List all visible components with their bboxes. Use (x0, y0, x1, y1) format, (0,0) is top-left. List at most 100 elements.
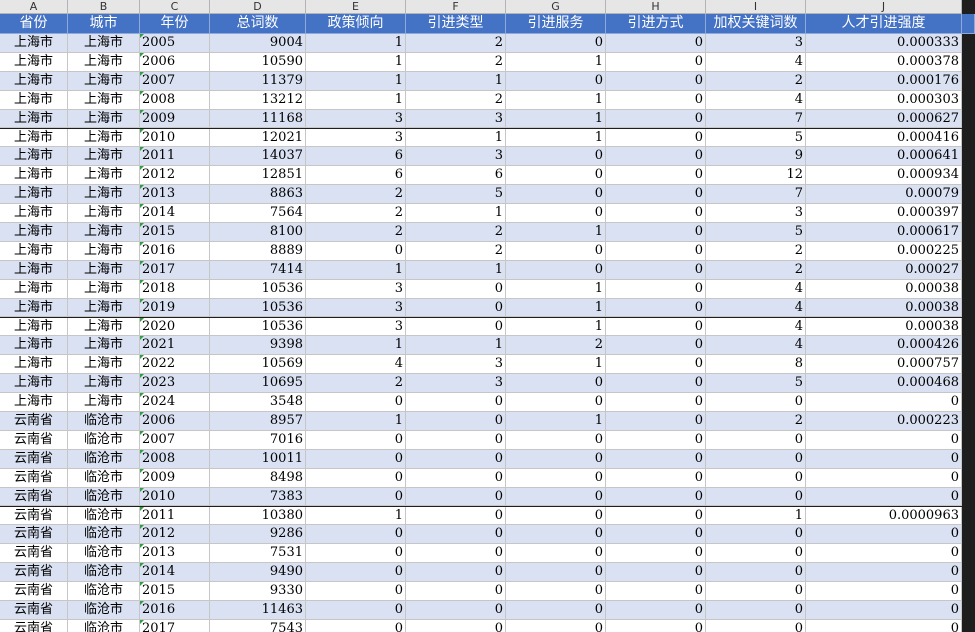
cell-total-words[interactable]: 7414 (210, 260, 306, 280)
cell-intro-service[interactable]: 1 (506, 412, 606, 431)
cell-total-words[interactable]: 10011 (210, 449, 306, 469)
cell-total-words[interactable]: 7383 (210, 487, 306, 507)
cell-year[interactable]: 2011 (140, 147, 210, 167)
cell-city[interactable]: 上海市 (68, 166, 140, 186)
cell-talent-intensity[interactable]: 0.000225 (806, 241, 962, 261)
cell-weighted-keywords[interactable]: 5 (706, 374, 806, 394)
column-letter-f[interactable]: F (406, 0, 506, 14)
cell-city[interactable]: 上海市 (68, 393, 140, 412)
cell-policy-tendency[interactable]: 1 (306, 90, 406, 110)
cell-talent-intensity[interactable]: 0 (806, 449, 962, 469)
cell-intro-type[interactable]: 0 (406, 449, 506, 469)
cell-intro-service[interactable]: 1 (506, 279, 606, 299)
cell-weighted-keywords[interactable]: 4 (706, 336, 806, 356)
cell-intro-method[interactable]: 0 (606, 317, 706, 337)
cell-intro-type[interactable]: 0 (406, 317, 506, 337)
cell-intro-service[interactable]: 0 (506, 582, 606, 601)
cell-year[interactable]: 2008 (140, 449, 210, 469)
cell-intro-method[interactable]: 0 (606, 393, 706, 412)
cell-talent-intensity[interactable]: 0.000397 (806, 204, 962, 223)
cell-policy-tendency[interactable]: 0 (306, 449, 406, 469)
cell-intro-service[interactable]: 0 (506, 544, 606, 564)
cell-city[interactable]: 上海市 (68, 260, 140, 280)
cell-total-words[interactable]: 9004 (210, 34, 306, 53)
cell-total-words[interactable]: 7016 (210, 430, 306, 450)
cell-policy-tendency[interactable]: 3 (306, 298, 406, 318)
cell-year[interactable]: 2009 (140, 109, 210, 129)
cell-year[interactable]: 2017 (140, 619, 210, 632)
cell-policy-tendency[interactable]: 3 (306, 317, 406, 337)
cell-intro-method[interactable]: 0 (606, 430, 706, 450)
cell-talent-intensity[interactable]: 0 (806, 601, 962, 620)
cell-total-words[interactable]: 10380 (210, 506, 306, 526)
cell-weighted-keywords[interactable]: 0 (706, 544, 806, 564)
cell-intro-method[interactable]: 0 (606, 525, 706, 545)
cell-talent-intensity[interactable]: 0 (806, 582, 962, 601)
cell-talent-intensity[interactable]: 0.0000963 (806, 506, 962, 526)
cell-city[interactable]: 上海市 (68, 52, 140, 72)
cell-intro-method[interactable]: 0 (606, 563, 706, 583)
cell-year[interactable]: 2015 (140, 582, 210, 601)
cell-talent-intensity[interactable]: 0.000468 (806, 374, 962, 394)
cell-city[interactable]: 上海市 (68, 128, 140, 148)
column-letter-e[interactable]: E (306, 0, 406, 14)
cell-talent-intensity[interactable]: 0.00027 (806, 260, 962, 280)
cell-city[interactable]: 临沧市 (68, 544, 140, 564)
cell-weighted-keywords[interactable]: 2 (706, 260, 806, 280)
cell-policy-tendency[interactable]: 2 (306, 204, 406, 223)
cell-total-words[interactable]: 7543 (210, 619, 306, 632)
cell-year[interactable]: 2018 (140, 279, 210, 299)
cell-weighted-keywords[interactable]: 0 (706, 601, 806, 620)
cell-intro-method[interactable]: 0 (606, 34, 706, 53)
cell-city[interactable]: 临沧市 (68, 525, 140, 545)
cell-city[interactable]: 上海市 (68, 90, 140, 110)
cell-talent-intensity[interactable]: 0 (806, 393, 962, 412)
cell-intro-type[interactable]: 0 (406, 544, 506, 564)
cell-weighted-keywords[interactable]: 0 (706, 393, 806, 412)
cell-weighted-keywords[interactable]: 7 (706, 185, 806, 205)
column-letter-g[interactable]: G (506, 0, 606, 14)
column-letter-b[interactable]: B (68, 0, 140, 14)
cell-intro-method[interactable]: 0 (606, 506, 706, 526)
cell-policy-tendency[interactable]: 3 (306, 109, 406, 129)
cell-talent-intensity[interactable]: 0.000378 (806, 52, 962, 72)
cell-talent-intensity[interactable]: 0 (806, 544, 962, 564)
cell-intro-service[interactable]: 1 (506, 223, 606, 242)
cell-year[interactable]: 2007 (140, 71, 210, 91)
cell-policy-tendency[interactable]: 3 (306, 279, 406, 299)
cell-talent-intensity[interactable]: 0 (806, 487, 962, 507)
cell-policy-tendency[interactable]: 4 (306, 355, 406, 375)
header-cell-intro-method[interactable]: 引进方式 (606, 14, 706, 34)
cell-talent-intensity[interactable]: 0 (806, 619, 962, 632)
cell-talent-intensity[interactable]: 0 (806, 563, 962, 583)
cell-talent-intensity[interactable]: 0.000223 (806, 412, 962, 431)
cell-province[interactable]: 上海市 (0, 204, 68, 223)
cell-province[interactable]: 云南省 (0, 619, 68, 632)
cell-year[interactable]: 2016 (140, 601, 210, 620)
cell-intro-service[interactable]: 1 (506, 355, 606, 375)
cell-intro-method[interactable]: 0 (606, 52, 706, 72)
cell-intro-service[interactable]: 0 (506, 449, 606, 469)
cell-province[interactable]: 上海市 (0, 374, 68, 394)
cell-intro-method[interactable]: 0 (606, 487, 706, 507)
cell-intro-type[interactable]: 1 (406, 71, 506, 91)
cell-city[interactable]: 临沧市 (68, 619, 140, 632)
cell-weighted-keywords[interactable]: 0 (706, 582, 806, 601)
cell-year[interactable]: 2015 (140, 223, 210, 242)
cell-intro-method[interactable]: 0 (606, 241, 706, 261)
header-cell-weighted-keywords[interactable]: 加权关键词数 (706, 14, 806, 34)
cell-year[interactable]: 2012 (140, 166, 210, 186)
cell-intro-service[interactable]: 0 (506, 430, 606, 450)
cell-year[interactable]: 2012 (140, 525, 210, 545)
cell-province[interactable]: 云南省 (0, 487, 68, 507)
cell-policy-tendency[interactable]: 0 (306, 601, 406, 620)
cell-province[interactable]: 云南省 (0, 412, 68, 431)
cell-weighted-keywords[interactable]: 0 (706, 449, 806, 469)
cell-total-words[interactable]: 9398 (210, 336, 306, 356)
cell-intro-method[interactable]: 0 (606, 71, 706, 91)
cell-policy-tendency[interactable]: 0 (306, 563, 406, 583)
cell-intro-type[interactable]: 2 (406, 52, 506, 72)
cell-year[interactable]: 2022 (140, 355, 210, 375)
cell-intro-type[interactable]: 5 (406, 185, 506, 205)
cell-city[interactable]: 临沧市 (68, 582, 140, 601)
